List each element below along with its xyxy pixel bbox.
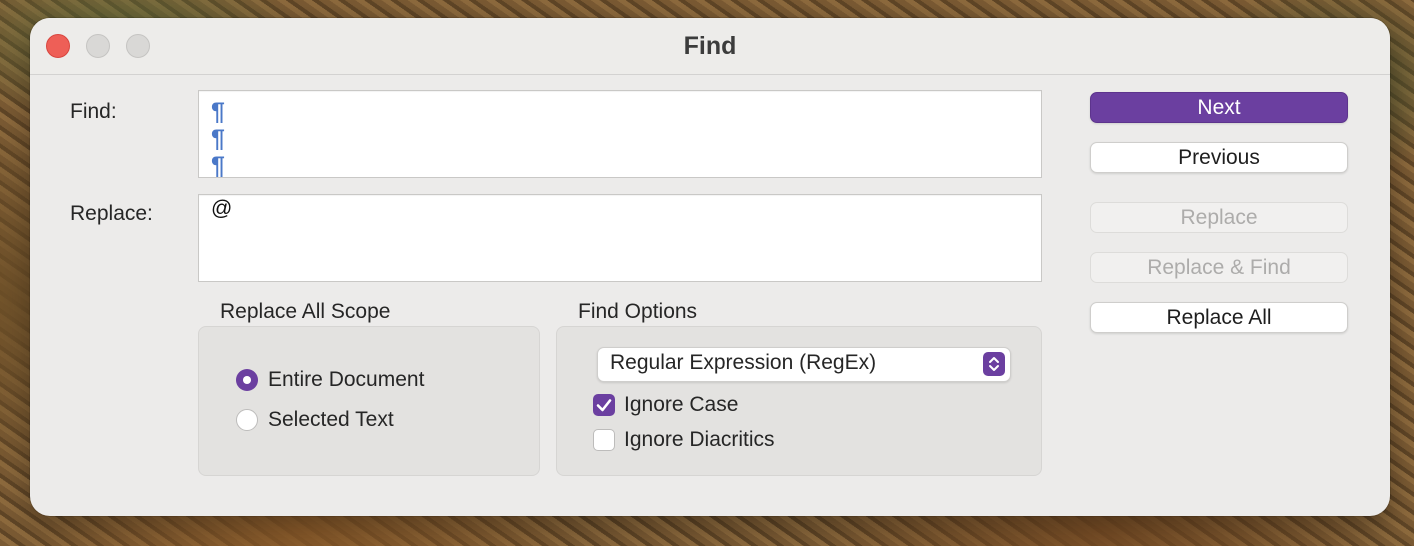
selected-text-label[interactable]: Selected Text bbox=[268, 408, 394, 432]
scope-group-title: Replace All Scope bbox=[220, 300, 391, 323]
scope-group-box bbox=[198, 326, 540, 476]
checkmark-icon bbox=[596, 399, 612, 412]
replace-button[interactable]: Replace bbox=[1090, 202, 1348, 233]
entire-document-label[interactable]: Entire Document bbox=[268, 368, 424, 392]
ignore-diacritics-label[interactable]: Ignore Diacritics bbox=[624, 428, 775, 452]
title-bar[interactable]: Find bbox=[30, 18, 1390, 75]
replace-value: @ bbox=[211, 197, 233, 220]
find-label: Find: bbox=[70, 100, 117, 123]
pilcrow-mark: ¶ bbox=[211, 152, 225, 180]
window-title: Find bbox=[683, 32, 737, 60]
search-mode-value: Regular Expression (RegEx) bbox=[610, 351, 877, 374]
entire-document-radio[interactable] bbox=[236, 369, 258, 391]
previous-button[interactable]: Previous bbox=[1090, 142, 1348, 173]
find-window: Find Find: ¶ ¶ ¶ Replace: @ Replace All … bbox=[30, 18, 1390, 516]
replace-and-find-button[interactable]: Replace & Find bbox=[1090, 252, 1348, 283]
replace-field[interactable]: @ bbox=[198, 194, 1042, 282]
pilcrow-mark: ¶ bbox=[211, 98, 225, 126]
ignore-diacritics-checkbox[interactable] bbox=[593, 429, 615, 451]
ignore-case-label[interactable]: Ignore Case bbox=[624, 393, 738, 417]
pilcrow-mark: ¶ bbox=[211, 125, 225, 153]
next-button[interactable]: Next bbox=[1090, 92, 1348, 123]
selected-text-radio[interactable] bbox=[236, 409, 258, 431]
search-mode-select[interactable]: Regular Expression (RegEx) bbox=[597, 347, 1011, 382]
find-field[interactable]: ¶ ¶ ¶ bbox=[198, 90, 1042, 180]
find-options-group-title: Find Options bbox=[578, 300, 698, 323]
replace-label: Replace: bbox=[70, 202, 153, 225]
replace-all-button[interactable]: Replace All bbox=[1090, 302, 1348, 333]
chevron-updown-icon bbox=[983, 352, 1005, 376]
ignore-case-checkbox[interactable] bbox=[593, 394, 615, 416]
